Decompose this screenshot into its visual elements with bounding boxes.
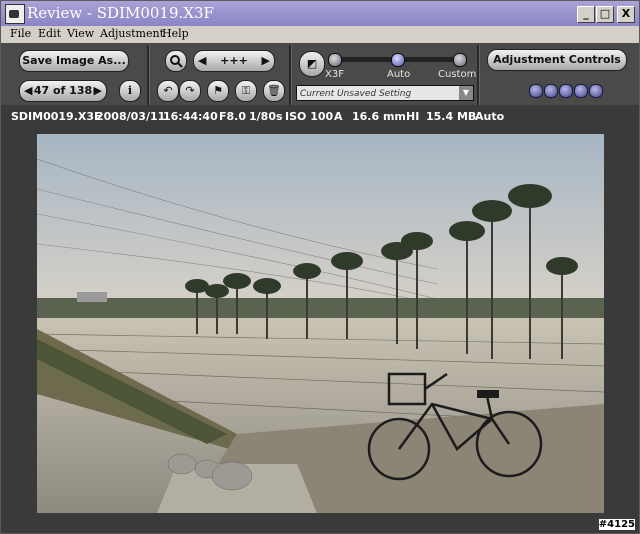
app-icon[interactable] [5, 4, 25, 24]
photo-preview[interactable] [37, 134, 604, 513]
chevron-down-icon[interactable]: ▼ [459, 86, 473, 100]
zoom-level-value: +++ [220, 54, 248, 67]
setting-select[interactable]: Current Unsaved Setting ▼ [296, 85, 474, 101]
setting-select-value: Current Unsaved Setting [300, 89, 412, 99]
close-button[interactable]: X [617, 6, 635, 23]
indicator-dot[interactable] [544, 84, 558, 98]
maximize-button[interactable]: □ [596, 6, 614, 23]
zoom-icon[interactable] [165, 50, 187, 72]
info-filename: SDIM0019.X3F [11, 110, 102, 123]
zoom-in-icon[interactable]: ▶ [262, 51, 270, 71]
prev-image-icon[interactable]: ◀ [24, 81, 32, 101]
slider-label-auto: Auto [387, 69, 411, 80]
toolbar-divider [289, 45, 292, 105]
info-focal-length: 16.6 mm [352, 110, 406, 123]
slider-label-custom: Custom [438, 69, 477, 80]
info-iso: ISO 100 [285, 110, 334, 123]
info-file-size: 15.4 MB [426, 110, 477, 123]
indicator-dot[interactable] [529, 84, 543, 98]
image-counter: 47 of 138 [33, 84, 93, 97]
minimize-button[interactable]: _ [577, 6, 595, 23]
info-quality: HI [406, 110, 420, 123]
info-shutter: 1/80s [249, 110, 283, 123]
indicator-dot[interactable] [559, 84, 573, 98]
image-navigator: ◀ 47 of 138 ▶ [19, 80, 107, 102]
save-image-as-button[interactable]: Save Image As... [19, 50, 129, 72]
toolbar-divider [147, 45, 150, 105]
slider-knob-selected[interactable] [391, 53, 405, 67]
slider-stop-custom[interactable] [453, 53, 467, 67]
menu-adjustment[interactable]: Adjustment [100, 27, 164, 40]
exposure-preview-icon[interactable]: ◩ [299, 51, 325, 77]
menu-edit[interactable]: Edit [38, 27, 61, 40]
delete-trash-icon[interactable]: 🗑 [263, 80, 285, 102]
window-title: Review - SDIM0019.X3F [27, 4, 214, 22]
menu-help[interactable]: Help [162, 27, 189, 40]
next-image-icon[interactable]: ▶ [94, 81, 102, 101]
info-mode: A [334, 110, 343, 123]
menu-bar: File Edit View Adjustment Help [1, 26, 639, 43]
info-aperture: F8.0 [219, 110, 247, 123]
rotate-right-icon[interactable]: ↷ [179, 80, 201, 102]
review-window: Review - SDIM0019.X3F _ □ X File Edit Vi… [0, 0, 640, 534]
indicator-dot[interactable] [574, 84, 588, 98]
menu-view[interactable]: View [67, 27, 94, 40]
menu-file[interactable]: File [10, 27, 31, 40]
slider-stop-x3f[interactable] [328, 53, 342, 67]
info-white-balance: Auto [475, 110, 505, 123]
info-time: 16:44:40 [163, 110, 218, 123]
rotate-left-icon[interactable]: ↶ [157, 80, 179, 102]
info-date: 2008/03/11 [96, 110, 166, 123]
zoom-level-control: ◀ +++ ▶ [193, 50, 275, 72]
flag-icon[interactable]: ⚑ [207, 80, 229, 102]
exif-info-bar: SDIM0019.X3F 2008/03/11 16:44:40 F8.0 1/… [1, 105, 639, 127]
info-button[interactable]: i [119, 80, 141, 102]
toolbar-divider [477, 45, 480, 105]
adjustment-controls-button[interactable]: Adjustment Controls [487, 49, 627, 71]
slider-label-x3f: X3F [325, 69, 344, 80]
zoom-out-icon[interactable]: ◀ [198, 51, 206, 71]
title-bar[interactable]: Review - SDIM0019.X3F _ □ X [1, 1, 639, 26]
indicator-dot[interactable] [589, 84, 603, 98]
lock-key-icon[interactable]: ⚿ [235, 80, 257, 102]
watermark-label: #4125 [598, 519, 635, 530]
